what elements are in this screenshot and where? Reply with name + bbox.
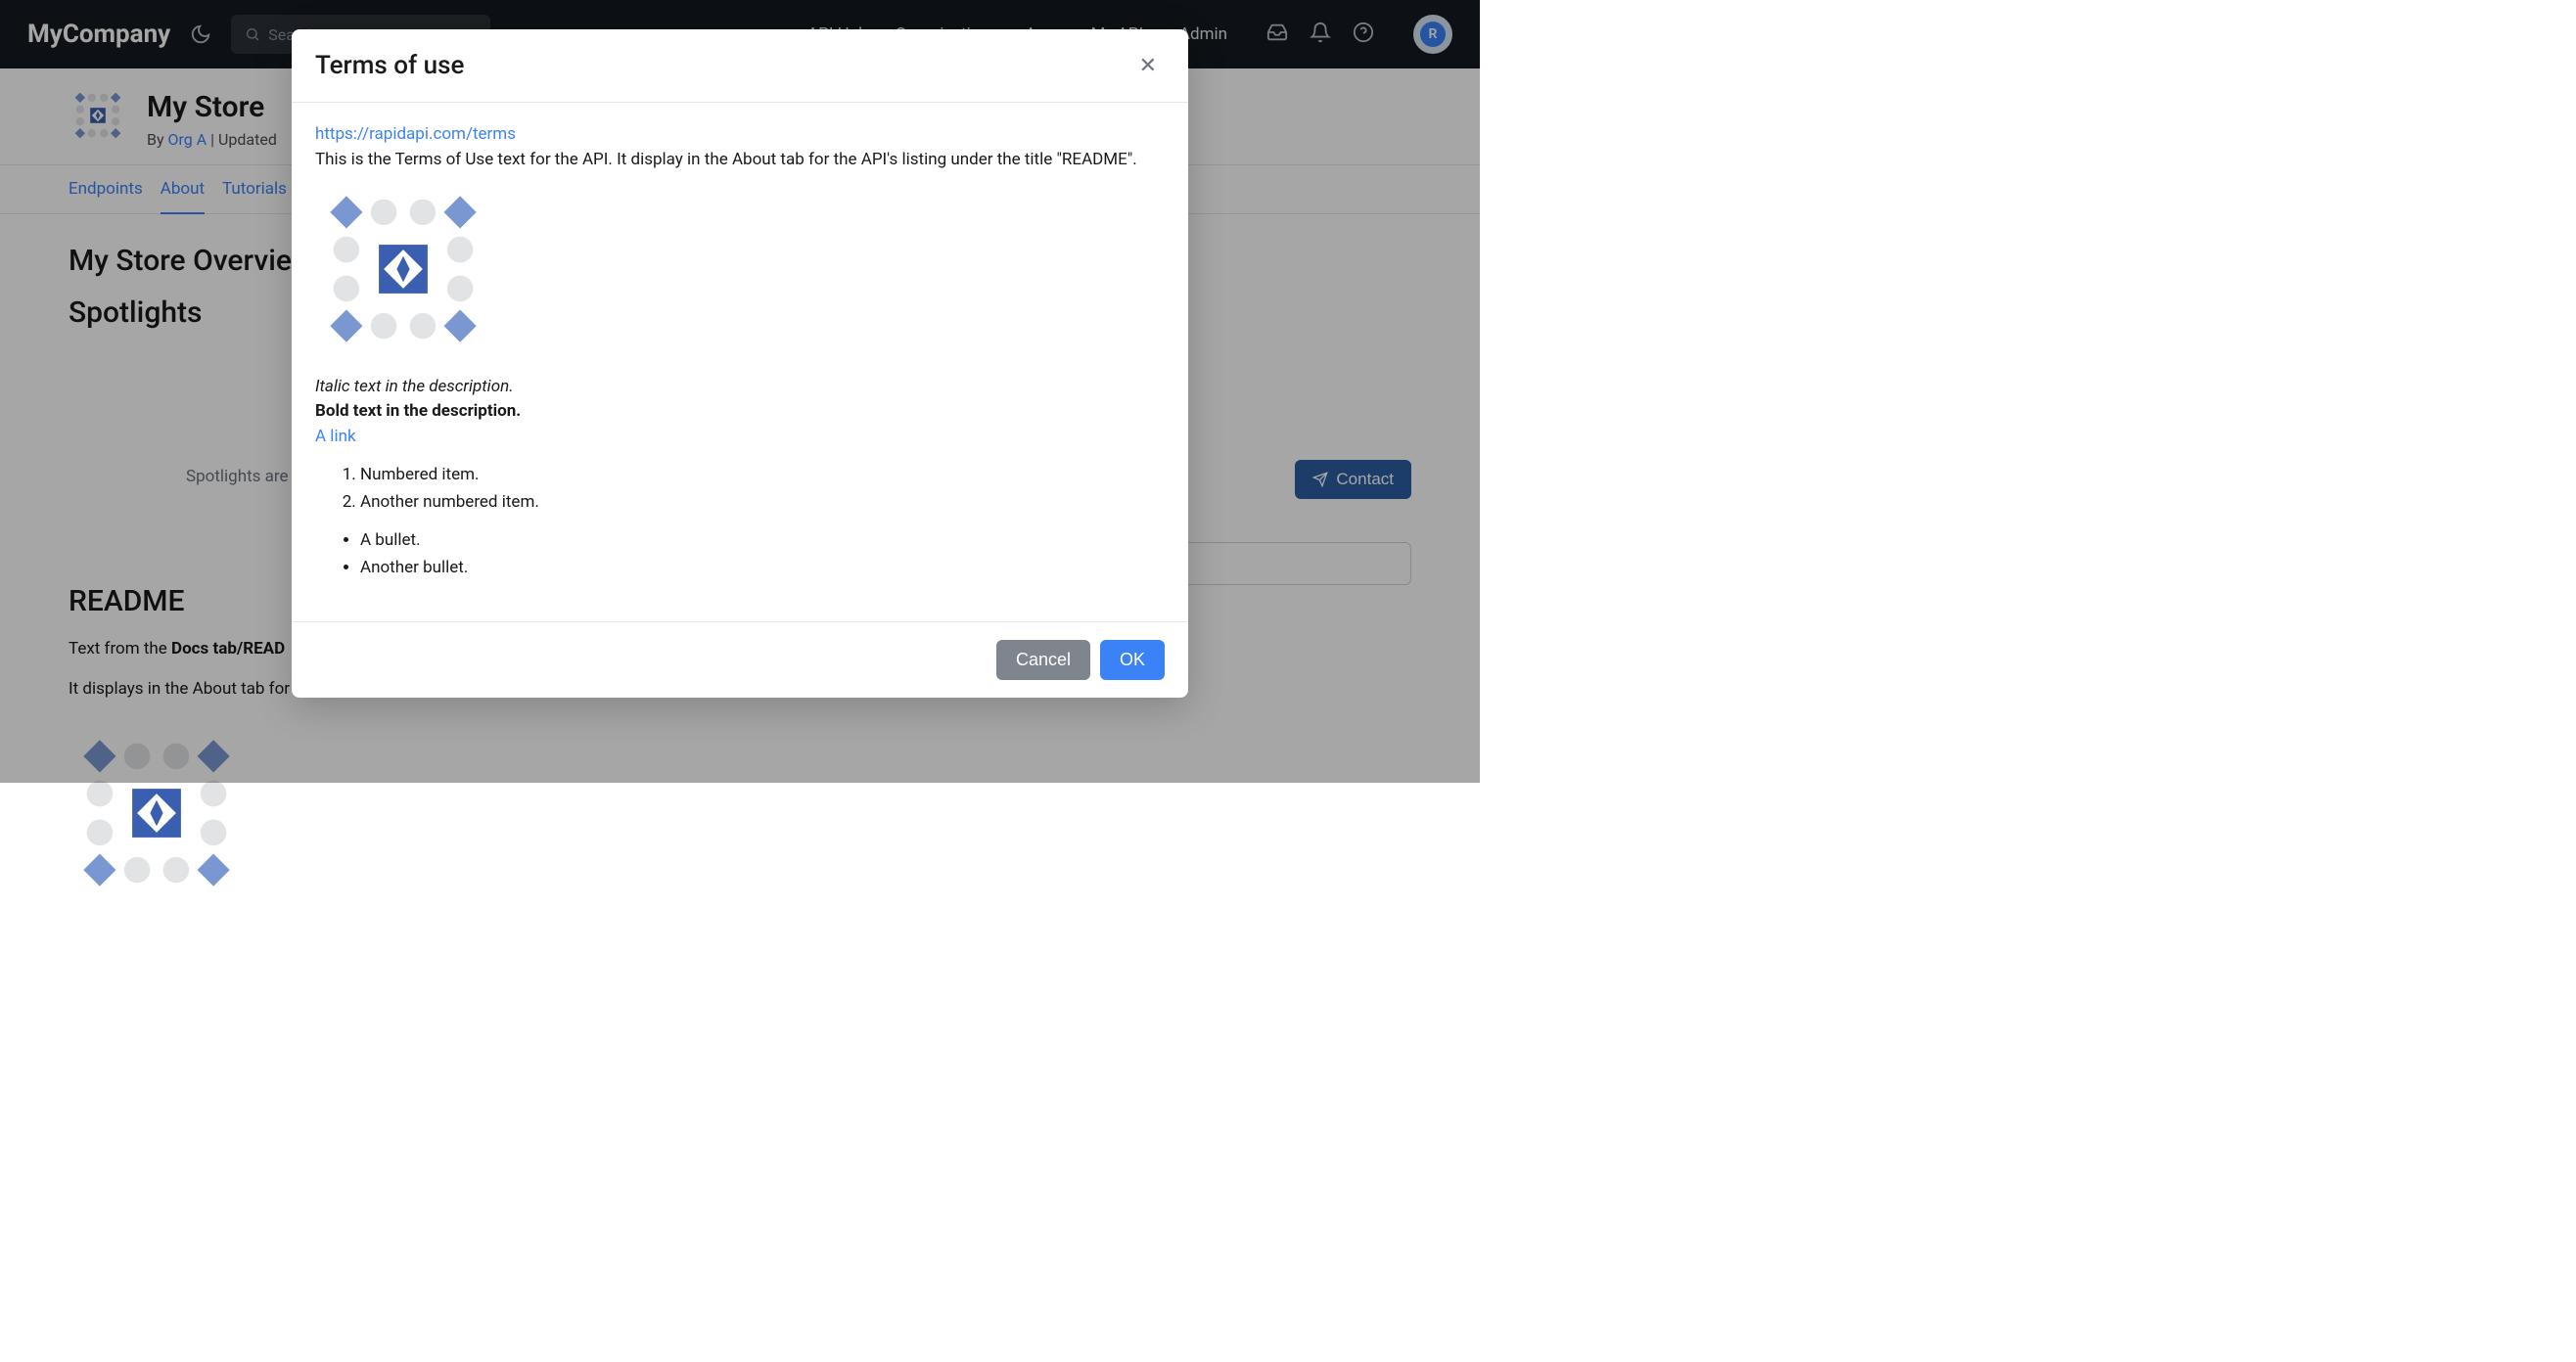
terms-ordered-list: Numbered item. Another numbered item. xyxy=(360,463,1165,515)
terms-logo-icon xyxy=(315,188,491,350)
terms-italic: Italic text in the description. xyxy=(315,377,514,396)
modal-body: https://rapidapi.com/terms This is the T… xyxy=(292,103,1188,621)
terms-intro: This is the Terms of Use text for the AP… xyxy=(315,150,1137,169)
close-icon[interactable]: ✕ xyxy=(1131,49,1165,82)
list-item: Numbered item. xyxy=(360,463,1165,488)
modal-header: Terms of use ✕ xyxy=(292,29,1188,103)
terms-unordered-list: A bullet. Another bullet. xyxy=(360,528,1165,580)
terms-inline-link[interactable]: A link xyxy=(315,427,356,446)
list-item: Another numbered item. xyxy=(360,490,1165,516)
terms-bold: Bold text in the description. xyxy=(315,401,521,421)
cancel-button[interactable]: Cancel xyxy=(996,640,1090,680)
terms-modal: Terms of use ✕ https://rapidapi.com/term… xyxy=(292,29,1188,698)
list-item: Another bullet. xyxy=(360,556,1165,581)
modal-title: Terms of use xyxy=(315,51,464,80)
ok-button[interactable]: OK xyxy=(1100,640,1165,680)
list-item: A bullet. xyxy=(360,528,1165,554)
terms-url-link[interactable]: https://rapidapi.com/terms xyxy=(315,124,516,144)
modal-footer: Cancel OK xyxy=(292,621,1188,698)
